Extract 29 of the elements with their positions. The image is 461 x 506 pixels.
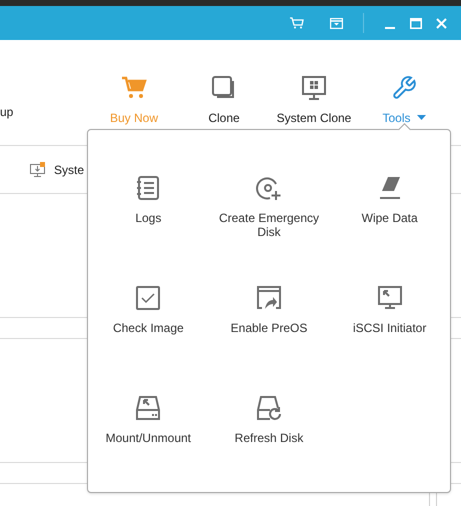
toolbar-button[interactable]: Tools	[360, 75, 448, 127]
toolbar-button[interactable]: System Clone	[270, 75, 358, 127]
menu-item[interactable]: Check Image	[88, 285, 209, 395]
menu-item[interactable]: Logs	[88, 175, 209, 285]
maximize-icon[interactable]	[410, 18, 422, 28]
cart-icon	[121, 75, 147, 101]
close-icon[interactable]	[436, 18, 447, 28]
caret-icon	[416, 115, 426, 121]
toolbar-button[interactable]: Clone	[180, 75, 268, 127]
menu-item[interactable]: Mount/Unmount	[88, 395, 209, 505]
tab-label[interactable]: Syste	[54, 160, 84, 178]
menu-item[interactable]: Refresh Disk	[208, 395, 330, 505]
drive-icon	[135, 395, 162, 421]
cart-icon[interactable]	[290, 17, 304, 29]
drive-refresh-icon	[256, 395, 282, 421]
dropdown-icon[interactable]	[330, 18, 343, 28]
toolbar-label[interactable]: up	[0, 103, 90, 121]
menu-item[interactable]: Enable PreOS	[208, 285, 330, 395]
wrench-icon	[391, 75, 417, 101]
menu-item[interactable]: Wipe Data	[329, 175, 450, 285]
list-icon	[135, 175, 162, 201]
disc-plus-icon	[256, 175, 282, 201]
menu-item[interactable]: iSCSI Initiator	[329, 285, 450, 395]
menu-item[interactable]: Create Emergency Disk	[208, 175, 330, 285]
checkbox-icon	[135, 285, 162, 311]
window-arrow-icon	[256, 285, 282, 311]
monitor-icon	[301, 75, 327, 101]
monitor-arrow-icon	[376, 285, 403, 311]
copy-icon	[211, 75, 237, 101]
